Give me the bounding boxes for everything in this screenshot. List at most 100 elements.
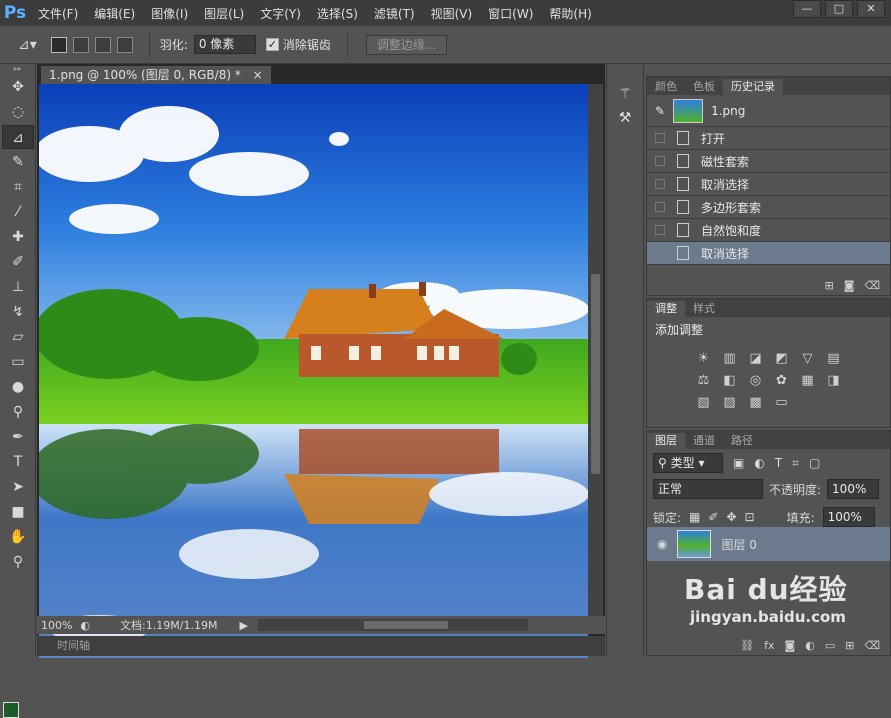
- invert-icon[interactable]: ◨: [824, 372, 844, 390]
- selective-color-icon[interactable]: ▭: [772, 394, 792, 412]
- snapshot-camera-icon[interactable]: ◙: [844, 279, 855, 292]
- dodge-tool-icon[interactable]: ⚲: [2, 400, 34, 424]
- lasso-tool-icon[interactable]: ⊿: [2, 125, 34, 149]
- refine-edge-button[interactable]: 调整边缘...: [365, 34, 448, 55]
- tab-adjustments[interactable]: 调整: [647, 301, 685, 317]
- delete-layer-icon[interactable]: ⌫: [864, 639, 880, 652]
- threshold-icon[interactable]: ▨: [720, 394, 740, 412]
- eyedropper-tool-icon[interactable]: ⁄: [2, 200, 34, 224]
- menu-filter[interactable]: 滤镜(T): [366, 5, 423, 22]
- history-checkbox[interactable]: [655, 202, 665, 212]
- document-tab[interactable]: 1.png @ 100% (图层 0, RGB/8) * ×: [41, 66, 271, 84]
- link-icon[interactable]: ⛓: [740, 639, 754, 652]
- fill-input[interactable]: 100%: [822, 507, 875, 527]
- new-selection-button[interactable]: [50, 36, 67, 53]
- levels-icon[interactable]: ▥: [720, 350, 740, 368]
- add-selection-button[interactable]: [72, 36, 89, 53]
- menu-layer[interactable]: 图层(L): [196, 5, 252, 22]
- posterize-icon[interactable]: ▧: [694, 394, 714, 412]
- history-item[interactable]: 取消选择: [647, 173, 890, 196]
- maximize-button[interactable]: □: [825, 0, 853, 18]
- adjustment-layer-icon[interactable]: ◐: [805, 639, 815, 652]
- bw-icon[interactable]: ◧: [720, 372, 740, 390]
- layer-row[interactable]: ◉ 图层 0: [647, 527, 890, 561]
- color-balance-icon[interactable]: ⚖: [694, 372, 714, 390]
- antialias-checkbox[interactable]: ✓: [265, 38, 279, 51]
- quick-select-tool-icon[interactable]: ✎: [2, 150, 34, 174]
- history-item-selected[interactable]: 取消选择: [647, 242, 890, 265]
- group-folder-icon[interactable]: ▭: [825, 639, 835, 652]
- subtract-selection-button[interactable]: [94, 36, 111, 53]
- close-window-button[interactable]: ✕: [857, 0, 885, 18]
- shape-tool-icon[interactable]: ■: [2, 500, 34, 524]
- zoom-level[interactable]: 100%: [37, 619, 80, 632]
- visibility-eye-icon[interactable]: ◉: [657, 537, 667, 551]
- opacity-input[interactable]: 100%: [827, 479, 880, 499]
- lock-all-icon[interactable]: ⊡: [745, 510, 755, 524]
- curves-icon[interactable]: ◪: [746, 350, 766, 368]
- lock-move-icon[interactable]: ✥: [726, 510, 736, 524]
- clone-stamp-tool-icon[interactable]: ⊥: [2, 275, 34, 299]
- tab-paths[interactable]: 路径: [723, 433, 761, 449]
- tab-color[interactable]: 颜色: [647, 79, 685, 95]
- close-tab-icon[interactable]: ×: [253, 68, 263, 82]
- marquee-tool-icon[interactable]: ◌: [2, 100, 34, 124]
- healing-brush-tool-icon[interactable]: ✚: [2, 225, 34, 249]
- history-item[interactable]: 自然饱和度: [647, 219, 890, 242]
- history-brush-tool-icon[interactable]: ↯: [2, 300, 34, 324]
- new-layer-icon[interactable]: ⊞: [845, 639, 854, 652]
- history-item[interactable]: 打开: [647, 127, 890, 150]
- menu-select[interactable]: 选择(S): [309, 5, 366, 22]
- photo-filter-icon[interactable]: ◎: [746, 372, 766, 390]
- filter-pixel-icon[interactable]: ▣: [733, 456, 744, 470]
- history-checkbox[interactable]: [655, 179, 665, 189]
- gradient-tool-icon[interactable]: ▭: [2, 350, 34, 374]
- history-checkbox[interactable]: [655, 133, 665, 143]
- history-checkbox[interactable]: [655, 248, 665, 258]
- menu-window[interactable]: 窗口(W): [480, 5, 541, 22]
- status-arrow-icon[interactable]: ▶: [239, 619, 247, 632]
- zoom-tool-icon[interactable]: ⚲: [2, 550, 34, 574]
- image-canvas[interactable]: [39, 84, 588, 658]
- timeline-bar[interactable]: 时间轴: [37, 636, 605, 656]
- crop-tool-icon[interactable]: ⌗: [2, 175, 34, 199]
- tool-presets-icon[interactable]: ⚒: [615, 110, 635, 126]
- eraser-tool-icon[interactable]: ▱: [2, 325, 34, 349]
- new-document-from-state-icon[interactable]: ⊞: [825, 279, 834, 292]
- gradient-map-icon[interactable]: ▩: [746, 394, 766, 412]
- horizontal-scrollbar[interactable]: [257, 619, 528, 631]
- foreground-color-swatch[interactable]: [3, 702, 19, 718]
- menu-image[interactable]: 图像(I): [143, 5, 196, 22]
- filter-type-icon[interactable]: T: [775, 456, 782, 470]
- lock-transparent-icon[interactable]: ▦: [689, 510, 700, 524]
- minimize-button[interactable]: —: [793, 0, 821, 18]
- brightness-icon[interactable]: ☀: [694, 350, 714, 368]
- exposure-icon[interactable]: ◩: [772, 350, 792, 368]
- trash-icon[interactable]: ⌫: [864, 279, 880, 292]
- polygonal-lasso-preset-icon[interactable]: ⊿▾: [18, 37, 37, 53]
- mask-icon[interactable]: ◙: [785, 639, 796, 652]
- history-item[interactable]: 磁性套索: [647, 150, 890, 173]
- tab-styles[interactable]: 样式: [685, 301, 723, 317]
- layer-filter-select[interactable]: ⚲ 类型 ▾: [653, 453, 723, 473]
- hand-tool-icon[interactable]: ✋: [2, 525, 34, 549]
- fx-icon[interactable]: fx: [764, 639, 774, 652]
- move-tool-icon[interactable]: ✥: [2, 75, 34, 99]
- filter-adjust-icon[interactable]: ◐: [754, 456, 764, 470]
- history-brush-panel-icon[interactable]: ⚚: [615, 86, 635, 102]
- channel-mixer-icon[interactable]: ✿: [772, 372, 792, 390]
- filter-shape-icon[interactable]: ⌗: [792, 456, 799, 471]
- hue-icon[interactable]: ▤: [824, 350, 844, 368]
- color-lookup-icon[interactable]: ▦: [798, 372, 818, 390]
- history-checkbox[interactable]: [655, 225, 665, 235]
- menu-type[interactable]: 文字(Y): [252, 5, 309, 22]
- menu-view[interactable]: 视图(V): [423, 5, 481, 22]
- menu-edit[interactable]: 编辑(E): [86, 5, 143, 22]
- lock-paint-icon[interactable]: ✐: [708, 510, 718, 524]
- tab-history[interactable]: 历史记录: [723, 79, 783, 95]
- history-snapshot[interactable]: ✎ 1.png: [647, 95, 890, 127]
- filter-smart-icon[interactable]: ▢: [809, 456, 820, 470]
- feather-input[interactable]: 0 像素: [193, 35, 256, 54]
- type-tool-icon[interactable]: T: [2, 450, 34, 474]
- status-menu-icon[interactable]: ◐: [80, 619, 90, 632]
